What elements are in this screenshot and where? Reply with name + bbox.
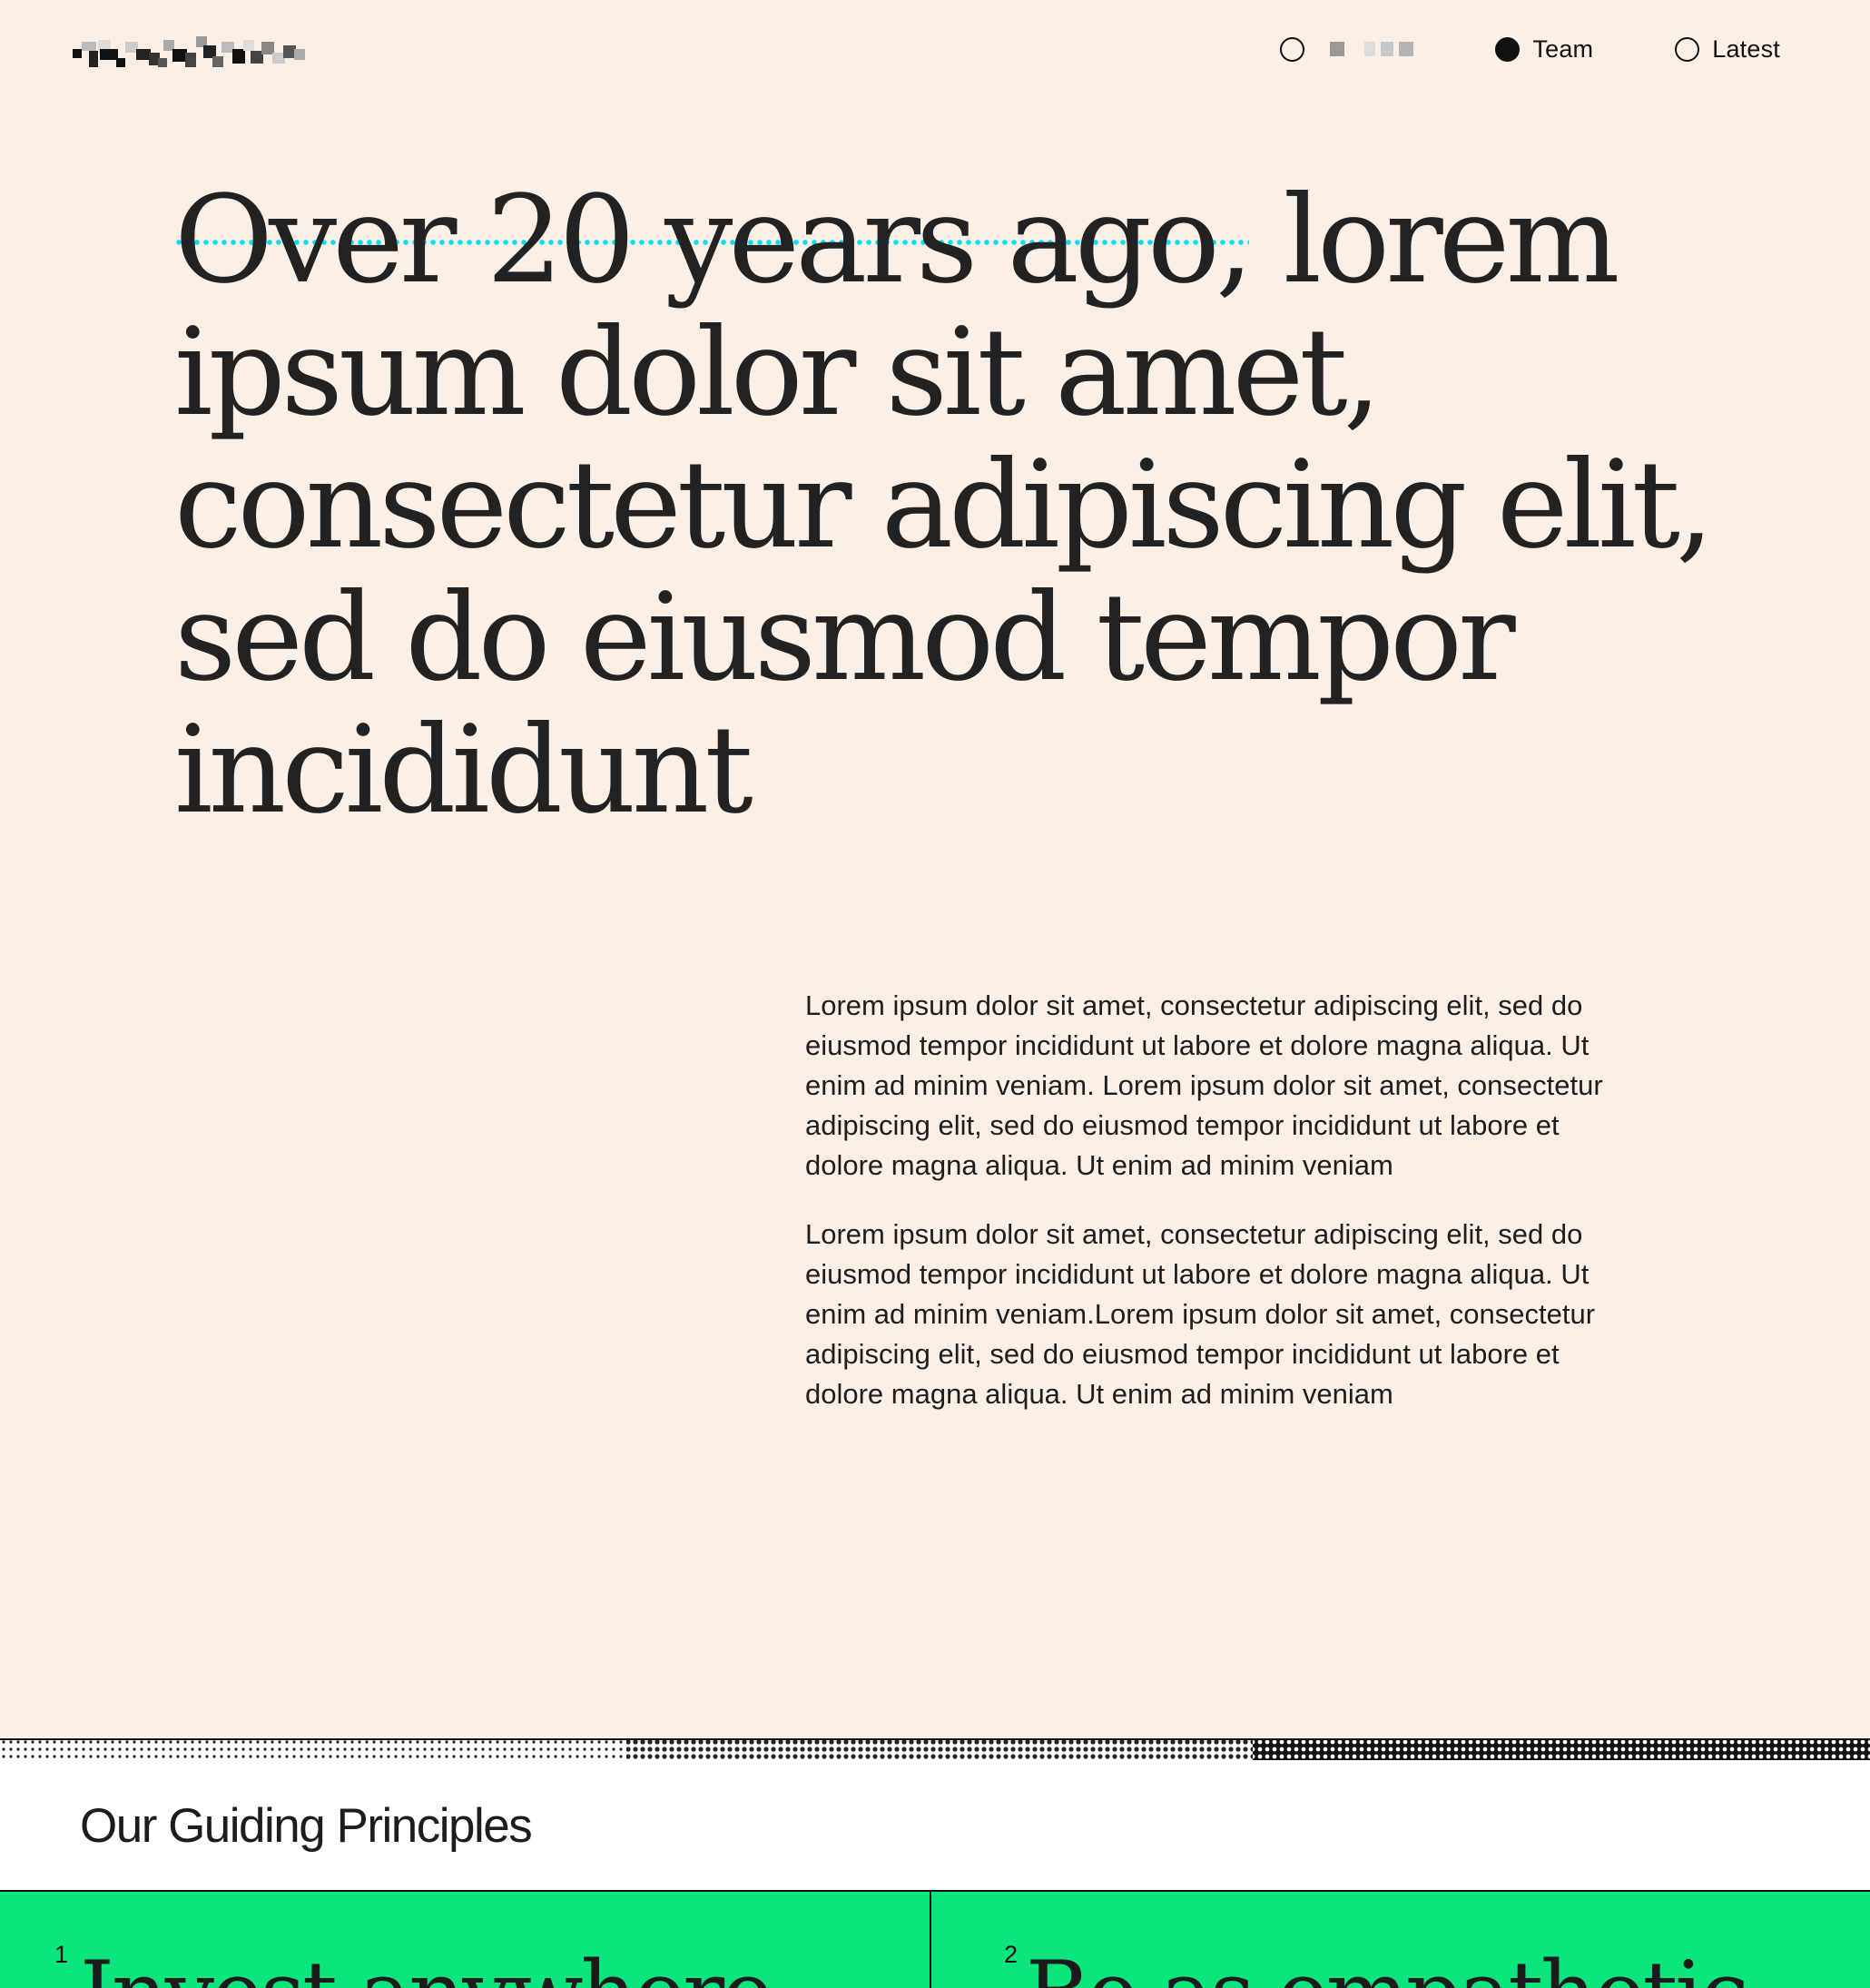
section-title: Our Guiding Principles (80, 1799, 533, 1853)
halftone-divider (0, 1738, 1870, 1760)
nav-item-redacted[interactable] (1280, 33, 1414, 65)
hero-headline: Over 20 years ago, lorem ipsum dolor sit… (174, 171, 1717, 837)
nav-label-redacted (1317, 42, 1414, 56)
headline-highlight: Over 20 years ago, (174, 171, 1254, 310)
main-nav: Team Latest (1198, 33, 1780, 65)
principle-card[interactable]: 2 Be as empathetic (931, 1892, 1870, 1988)
intro-paragraph: Lorem ipsum dolor sit amet, consectetur … (805, 1218, 1596, 1410)
nav-label-team: Team (1532, 34, 1594, 63)
nav-item-team[interactable]: Team (1495, 33, 1593, 65)
principle-number: 1 (54, 1941, 69, 1968)
principle-title: Be as empathetic (1026, 1943, 1749, 1988)
nav-item-latest[interactable]: Latest (1675, 33, 1780, 65)
nav-label-latest: Latest (1712, 34, 1780, 63)
logo[interactable] (73, 25, 309, 73)
site-header: Team Latest (0, 0, 1870, 100)
principle-title: Invest anywhere (80, 1943, 773, 1988)
principles-header: Our Guiding Principles (0, 1760, 1870, 1890)
radio-dot-icon (1675, 36, 1700, 62)
principle-card[interactable]: 1 Invest anywhere (0, 1892, 931, 1988)
radio-dot-filled-icon (1495, 36, 1521, 62)
principles-cards: 1 Invest anywhere 2 Be as empathetic (0, 1890, 1870, 1988)
intro-paragraph: Lorem ipsum dolor sit amet, consectetur … (805, 989, 1603, 1181)
radio-dot-icon (1280, 36, 1305, 62)
principle-number: 2 (1004, 1941, 1019, 1968)
intro-text: Lorem ipsum dolor sit amet, consectetur … (805, 986, 1604, 1443)
